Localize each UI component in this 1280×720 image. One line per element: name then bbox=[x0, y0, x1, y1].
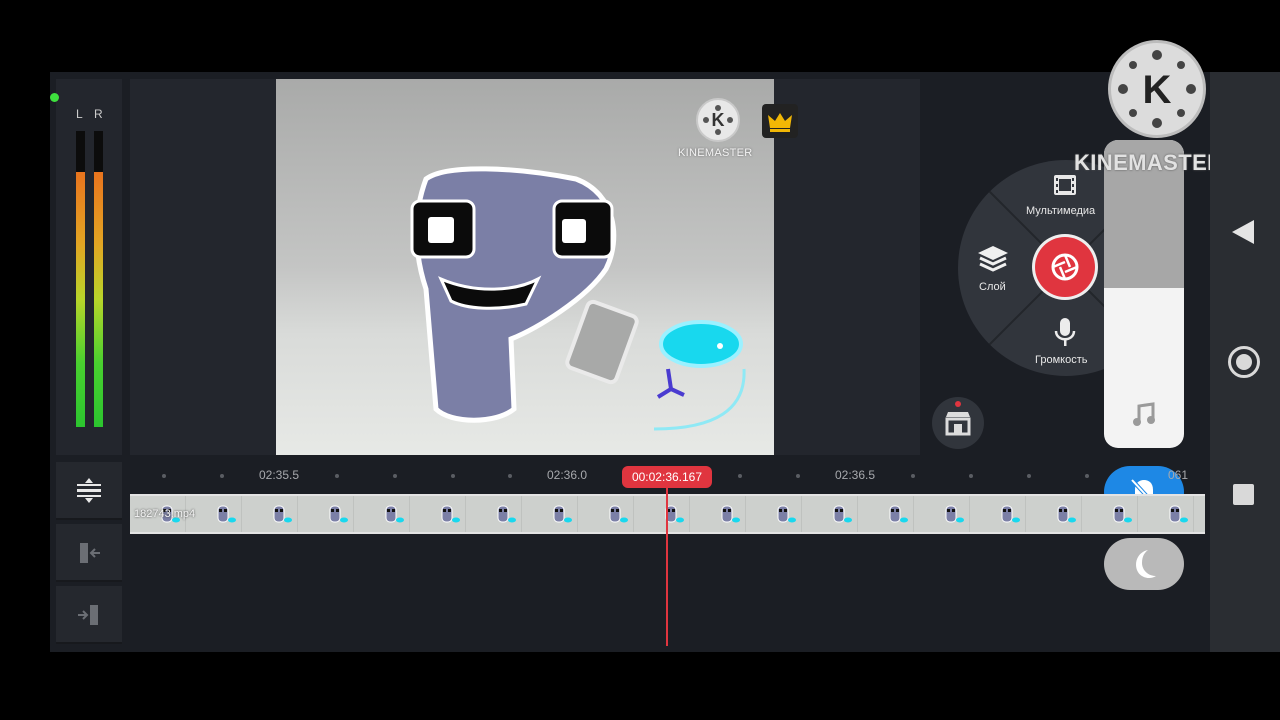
meter-left-bar bbox=[76, 131, 85, 427]
clip-thumbnail bbox=[1169, 505, 1188, 523]
meter-left-fill bbox=[76, 172, 85, 427]
audio-button[interactable] bbox=[1052, 316, 1078, 350]
clip-thumbnail bbox=[721, 505, 740, 523]
ruler-end-label: 061 bbox=[1168, 468, 1189, 482]
nav-recents-icon[interactable] bbox=[1233, 484, 1254, 505]
watermark-logo: K bbox=[696, 98, 740, 142]
ruler-dot bbox=[796, 474, 800, 478]
playhead-time[interactable]: 00:02:36.167 bbox=[622, 466, 712, 488]
layer-label: Слой bbox=[979, 281, 1006, 293]
clip-thumbnail bbox=[273, 505, 292, 523]
clip-thumbnail bbox=[833, 505, 852, 523]
timeline-adjust-icon bbox=[77, 478, 101, 503]
night-mode-button[interactable] bbox=[1104, 538, 1184, 590]
meter-right-label: R bbox=[94, 107, 103, 121]
playhead[interactable] bbox=[666, 488, 668, 646]
kinemaster-k-icon: K bbox=[703, 105, 733, 135]
overlay-volume-slider[interactable] bbox=[1104, 140, 1184, 448]
ruler-dot bbox=[220, 474, 224, 478]
clip-thumbnail bbox=[1001, 505, 1020, 523]
record-camera-icon bbox=[1051, 253, 1079, 281]
split-right-icon bbox=[78, 605, 98, 625]
clip-thumbnail bbox=[889, 505, 908, 523]
svg-text:K: K bbox=[712, 110, 725, 130]
audio-level-meter: L R bbox=[50, 79, 122, 455]
meter-right-fill bbox=[94, 172, 103, 427]
clip-name: 182743.mp4 bbox=[134, 508, 196, 520]
clip-thumbnail bbox=[329, 505, 348, 523]
record-button[interactable] bbox=[1032, 234, 1098, 300]
ruler-dot bbox=[1085, 474, 1089, 478]
ruler-dot bbox=[911, 474, 915, 478]
media-label: Мультимедиа bbox=[1026, 205, 1096, 217]
clip-thumbnail bbox=[609, 505, 628, 523]
meter-left-label: L bbox=[76, 107, 83, 121]
ruler-dot bbox=[393, 474, 397, 478]
overlay-title: KINEMASTER bbox=[1074, 150, 1224, 175]
ruler-dot bbox=[335, 474, 339, 478]
record-button-fill bbox=[1035, 237, 1095, 297]
asset-store-button[interactable] bbox=[932, 397, 984, 449]
ruler-dot bbox=[1027, 474, 1031, 478]
layers-icon bbox=[978, 246, 1008, 272]
clip-thumbnail bbox=[497, 505, 516, 523]
ruler-tick-label: 02:35.5 bbox=[259, 468, 300, 482]
ruler-dot bbox=[969, 474, 973, 478]
ruler-dot bbox=[162, 474, 166, 478]
moon-icon bbox=[1136, 550, 1156, 578]
layer-button[interactable] bbox=[976, 244, 1010, 274]
clip-thumbnail bbox=[945, 505, 964, 523]
ruler-tick-label: 02:36.5 bbox=[835, 468, 876, 482]
split-left-icon bbox=[80, 543, 100, 563]
ruler-dot bbox=[451, 474, 455, 478]
meter-right-bar bbox=[94, 131, 103, 427]
ruler-dot bbox=[738, 474, 742, 478]
ruler-tick-label: 02:36.0 bbox=[547, 468, 588, 482]
clip-thumbnail bbox=[441, 505, 460, 523]
kinemaster-k-icon: K bbox=[1118, 50, 1196, 128]
status-dot bbox=[50, 93, 59, 102]
nav-back-icon[interactable] bbox=[1232, 220, 1254, 244]
clip-thumbnail bbox=[1057, 505, 1076, 523]
premium-crown-button[interactable] bbox=[762, 104, 798, 138]
svg-text:K: K bbox=[1143, 68, 1172, 112]
watermark-text: KINEMASTER bbox=[678, 147, 753, 159]
store-notification-dot bbox=[955, 401, 961, 407]
clip-thumbnail bbox=[553, 505, 572, 523]
clip-thumbnail bbox=[217, 505, 236, 523]
ruler-dot bbox=[508, 474, 512, 478]
overlay-logo: K bbox=[1108, 40, 1206, 138]
clip-thumbnail bbox=[777, 505, 796, 523]
split-right-button[interactable] bbox=[56, 586, 122, 644]
timeline-adjust-button[interactable] bbox=[56, 462, 122, 520]
microphone-icon bbox=[1054, 318, 1076, 346]
music-note-icon bbox=[1133, 402, 1155, 426]
clip-thumbnail bbox=[385, 505, 404, 523]
crown-icon bbox=[768, 113, 792, 132]
clip-thumbnail bbox=[1113, 505, 1132, 523]
split-left-button[interactable] bbox=[56, 524, 122, 582]
audio-label: Громкость bbox=[1035, 354, 1088, 366]
nav-home-icon[interactable] bbox=[1228, 346, 1260, 378]
